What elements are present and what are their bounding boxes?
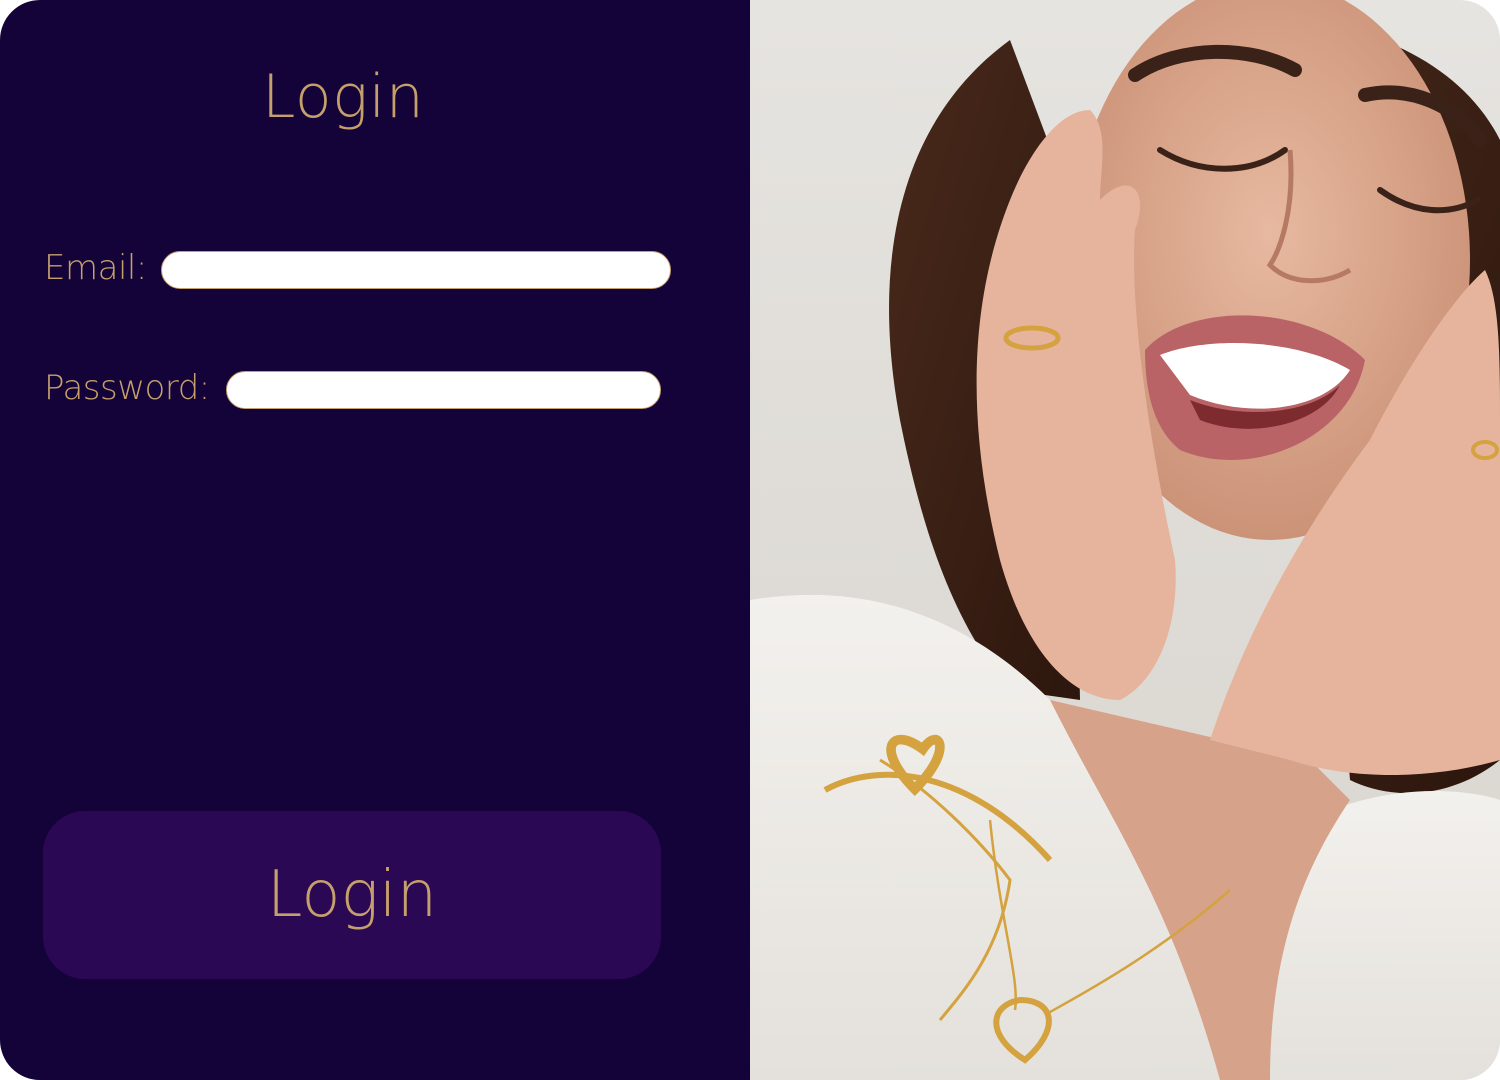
hero-photo-illustration — [750, 0, 1500, 1080]
page-title: Login — [262, 62, 425, 132]
email-field[interactable] — [161, 251, 671, 289]
login-card: Login Email: Password: Login — [0, 0, 1500, 1080]
email-label: Email: — [44, 248, 147, 288]
password-label: Password: — [44, 368, 210, 408]
login-panel: Login Email: Password: Login — [0, 0, 750, 1080]
hero-photo — [750, 0, 1500, 1080]
login-button[interactable]: Login — [43, 811, 661, 979]
password-field[interactable] — [226, 371, 661, 409]
